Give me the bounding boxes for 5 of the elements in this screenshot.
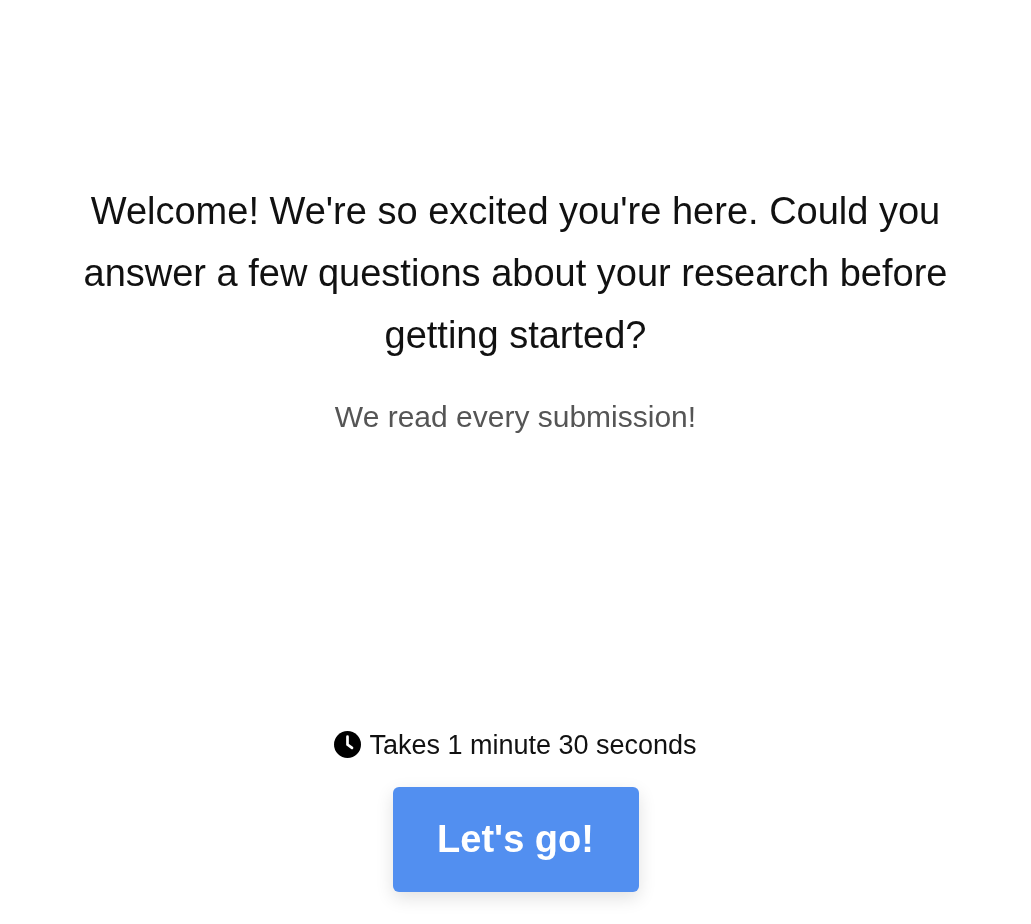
clock-icon xyxy=(334,731,362,759)
subheading: We read every submission! xyxy=(334,399,697,435)
duration-text: Takes 1 minute 30 seconds xyxy=(369,728,697,762)
start-button[interactable]: Let's go! xyxy=(392,787,639,892)
welcome-heading: Welcome! We're so excited you're here. Could you answer a few questions about your research before getting started? xyxy=(82,189,949,358)
